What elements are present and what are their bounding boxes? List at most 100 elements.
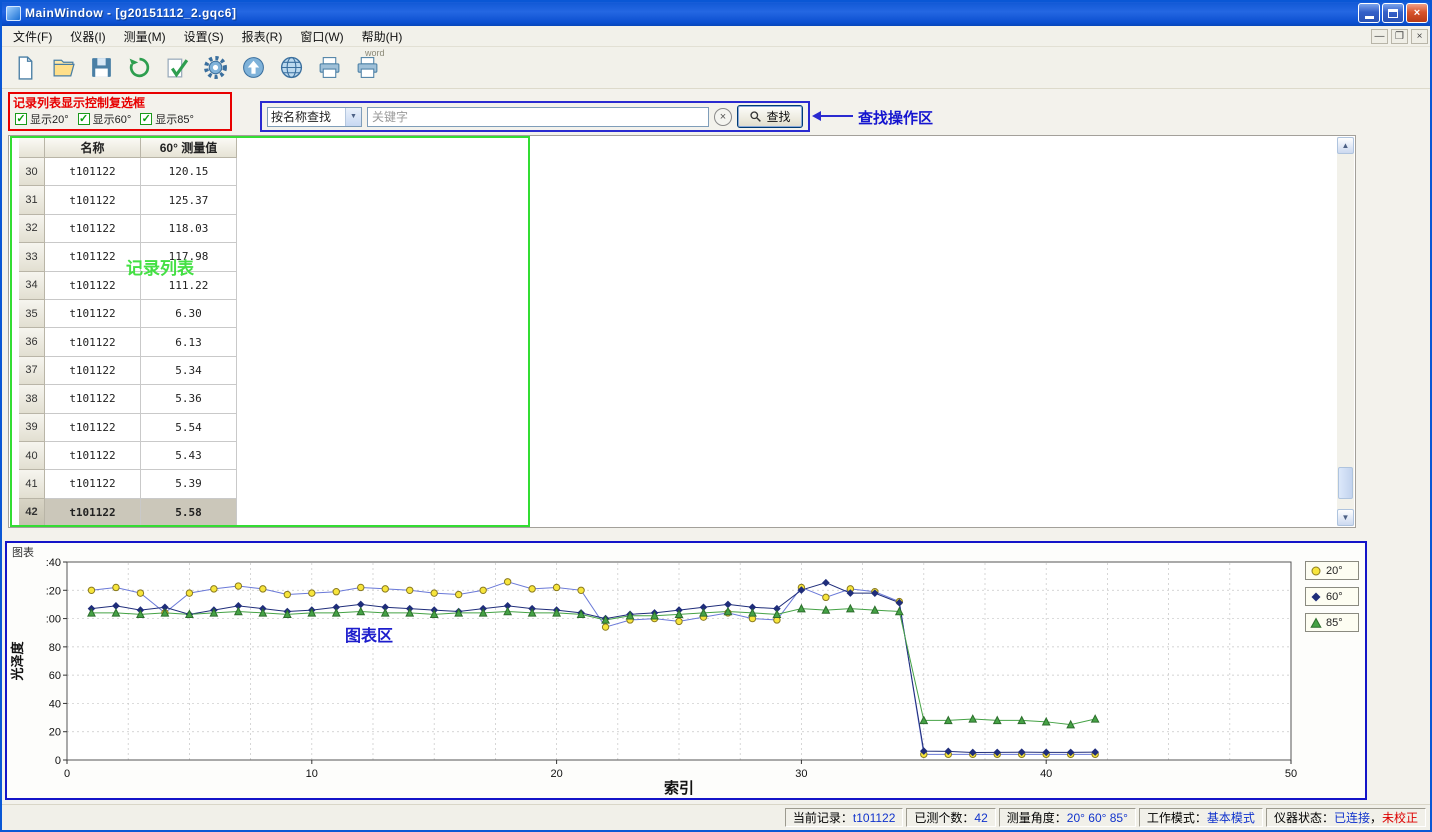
close-button[interactable]: ×	[1406, 3, 1428, 23]
table-row[interactable]: 39t1011225.54	[19, 414, 237, 442]
name-cell[interactable]: t101122	[45, 357, 141, 385]
row-number-cell[interactable]: 40	[19, 442, 45, 470]
row-number-cell[interactable]: 38	[19, 385, 45, 413]
table-row[interactable]: 36t1011226.13	[19, 328, 237, 356]
display-angle-checkbox-0[interactable]: ✓显示20°	[15, 111, 69, 127]
maximize-button[interactable]	[1382, 3, 1404, 23]
search-mode-combobox[interactable]: 按名称查找 ▼	[267, 107, 362, 127]
minimize-button[interactable]	[1358, 3, 1380, 23]
scroll-down-button[interactable]: ▼	[1337, 509, 1354, 526]
value-cell[interactable]: 5.54	[141, 414, 237, 442]
name-cell[interactable]: t101122	[45, 158, 141, 186]
record-scrollbar[interactable]: ▲ ▼	[1337, 137, 1354, 526]
table-row[interactable]: 31t101122125.37	[19, 186, 237, 214]
value-cell[interactable]: 5.39	[141, 470, 237, 498]
table-row[interactable]: 41t1011225.39	[19, 470, 237, 498]
table-row[interactable]: 30t101122120.15	[19, 158, 237, 186]
clear-search-button[interactable]: ×	[714, 108, 732, 126]
status-text: t101122	[853, 811, 896, 825]
menu-item-measure[interactable]: 测量(M)	[115, 26, 175, 47]
row-number-cell[interactable]: 32	[19, 215, 45, 243]
display-angle-checkbox-2[interactable]: ✓显示85°	[140, 111, 194, 127]
status-text: 当前记录：	[793, 809, 853, 826]
name-cell[interactable]: t101122	[45, 300, 141, 328]
name-cell[interactable]: t101122	[45, 328, 141, 356]
value-cell[interactable]: 5.58	[141, 499, 237, 527]
value-cell[interactable]: 125.37	[141, 186, 237, 214]
row-number-cell[interactable]: 35	[19, 300, 45, 328]
value-cell[interactable]: 6.13	[141, 328, 237, 356]
menu-item-file[interactable]: 文件(F)	[4, 26, 61, 47]
name-cell[interactable]: t101122	[45, 186, 141, 214]
row-number-cell[interactable]: 39	[19, 414, 45, 442]
row-number-cell[interactable]: 41	[19, 470, 45, 498]
legend-item-60°[interactable]: 60°	[1305, 587, 1359, 606]
mdi-minimize-button[interactable]: —	[1371, 29, 1388, 44]
table-row[interactable]: 35t1011226.30	[19, 300, 237, 328]
row-number-cell[interactable]: 42	[19, 499, 45, 527]
legend-item-85°[interactable]: 85°	[1305, 613, 1359, 632]
refresh-button[interactable]	[122, 51, 156, 85]
find-button[interactable]: 查找	[737, 105, 803, 128]
mdi-close-button[interactable]: ×	[1411, 29, 1428, 44]
table-header-cell: 60° 测量值	[141, 137, 237, 158]
print-button[interactable]	[312, 51, 346, 85]
legend-item-20°[interactable]: 20°	[1305, 561, 1359, 580]
value-cell[interactable]: 5.43	[141, 442, 237, 470]
table-row[interactable]: 40t1011225.43	[19, 442, 237, 470]
table-row[interactable]: 38t1011225.36	[19, 385, 237, 413]
name-cell[interactable]: t101122	[45, 215, 141, 243]
settings-gear-button[interactable]	[198, 51, 232, 85]
app-icon	[6, 6, 21, 21]
name-cell[interactable]: t101122	[45, 414, 141, 442]
clear-icon: ×	[720, 111, 726, 123]
upload-button[interactable]	[236, 51, 270, 85]
apply-check-icon	[165, 55, 190, 80]
value-cell[interactable]: 118.03	[141, 215, 237, 243]
mdi-restore-button[interactable]: ❐	[1391, 29, 1408, 44]
table-row[interactable]: 42t1011225.58	[19, 499, 237, 527]
print-word-button[interactable]: word	[350, 51, 384, 85]
value-cell[interactable]: 5.34	[141, 357, 237, 385]
checkbox-check-icon: ✓	[15, 113, 27, 125]
open-file-button[interactable]	[46, 51, 80, 85]
chevron-down-icon[interactable]: ▼	[345, 108, 361, 126]
name-cell[interactable]: t101122	[45, 385, 141, 413]
row-number-cell[interactable]: 36	[19, 328, 45, 356]
menu-item-window[interactable]: 窗口(W)	[291, 26, 352, 47]
row-number-cell[interactable]: 31	[19, 186, 45, 214]
menu-item-report[interactable]: 报表(R)	[233, 26, 292, 47]
search-keyword-input[interactable]	[367, 107, 709, 127]
value-cell[interactable]: 120.15	[141, 158, 237, 186]
scroll-up-button[interactable]: ▲	[1337, 137, 1354, 154]
checkbox-label: 显示60°	[93, 111, 132, 127]
menu-item-help[interactable]: 帮助(H)	[353, 26, 412, 47]
status-segment-current-record: 当前记录：t101122	[785, 808, 904, 827]
value-cell[interactable]: 6.30	[141, 300, 237, 328]
table-row[interactable]: 32t101122118.03	[19, 215, 237, 243]
legend-label: 85°	[1326, 617, 1343, 629]
save-file-button[interactable]	[84, 51, 118, 85]
name-cell[interactable]: t101122	[45, 442, 141, 470]
menu-item-settings[interactable]: 设置(S)	[175, 26, 233, 47]
name-cell[interactable]: t101122	[45, 470, 141, 498]
menu-item-instrument[interactable]: 仪器(I)	[61, 26, 114, 47]
table-row[interactable]: 37t1011225.34	[19, 357, 237, 385]
svg-text:60: 60	[49, 670, 61, 682]
svg-text:80: 80	[49, 642, 61, 654]
row-number-cell[interactable]: 37	[19, 357, 45, 385]
row-number-cell[interactable]: 30	[19, 158, 45, 186]
value-cell[interactable]: 5.36	[141, 385, 237, 413]
row-number-cell[interactable]: 33	[19, 243, 45, 271]
mdi-close-icon: ×	[1417, 31, 1423, 42]
new-file-button[interactable]	[8, 51, 42, 85]
sync-globe-button[interactable]	[274, 51, 308, 85]
checkbox-panel-annotation-title: 记录列表显示控制复选框	[13, 94, 145, 111]
scrollbar-thumb[interactable]	[1338, 467, 1353, 499]
display-angle-checkbox-1[interactable]: ✓显示60°	[78, 111, 132, 127]
record-table[interactable]: 名称60° 测量值30t101122120.1531t101122125.373…	[19, 137, 237, 527]
legend-diamond-icon	[1310, 591, 1322, 603]
row-number-cell[interactable]: 34	[19, 272, 45, 300]
name-cell[interactable]: t101122	[45, 499, 141, 527]
apply-check-button[interactable]	[160, 51, 194, 85]
